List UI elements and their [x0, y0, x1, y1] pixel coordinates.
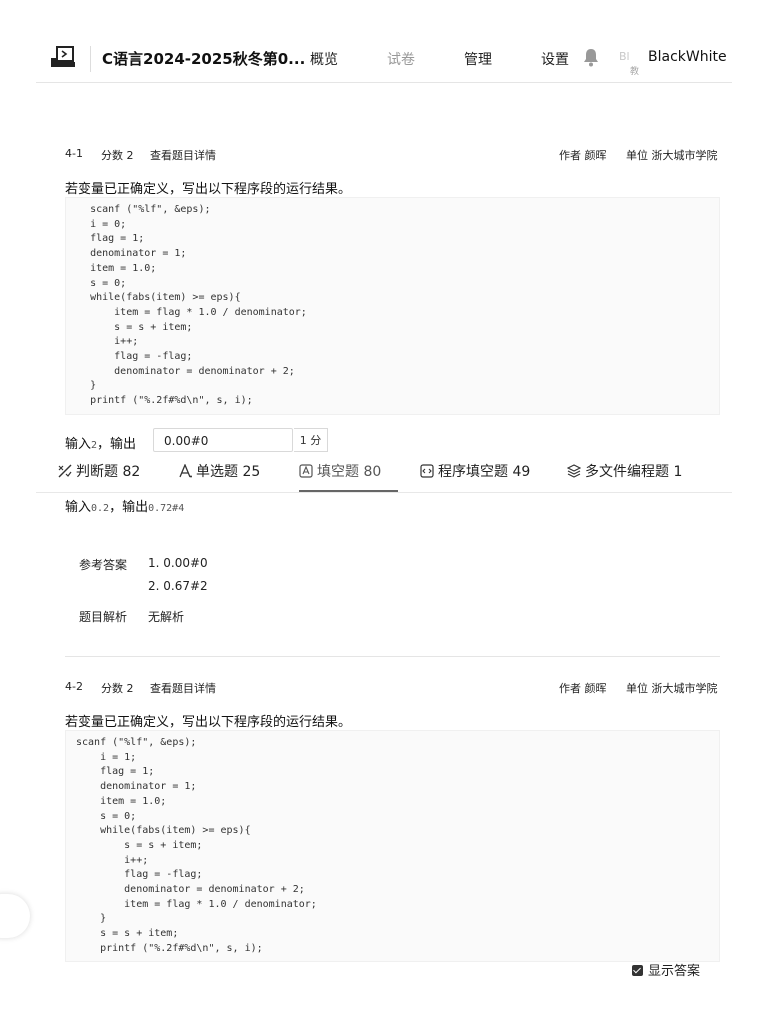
question-score: 分数 2: [101, 682, 134, 695]
top-header: C语言2024-2025秋冬第0... 概览 试卷 管理 设置 Bl 教 Bla…: [36, 40, 732, 83]
tab-label: 填空题: [317, 464, 359, 480]
answer-input[interactable]: 0.00#0: [153, 428, 293, 452]
question-prompt: 若变量已正确定义，写出以下程序段的运行结果。: [65, 715, 352, 730]
question-divider: [65, 656, 720, 657]
user-role-badge: 教: [630, 67, 640, 77]
question-prompt: 若变量已正确定义，写出以下程序段的运行结果。: [65, 182, 352, 197]
analysis-label: 题目解析: [79, 610, 128, 624]
course-title[interactable]: C语言2024-2025秋冬第0...: [102, 48, 305, 69]
output-label: ，输出: [97, 437, 137, 452]
code-block: scanf ("%lf", &eps); i = 1; flag = 1; de…: [65, 730, 720, 962]
view-details-link[interactable]: 查看题目详情: [150, 147, 216, 163]
input-label: 输入: [65, 437, 92, 452]
bell-icon[interactable]: [582, 47, 600, 67]
tab-count: 82: [122, 464, 141, 480]
username[interactable]: BlackWhite: [648, 49, 727, 65]
io-row-2: 输入0.2，输出0.72#4: [65, 496, 184, 515]
nav-overview[interactable]: 概览: [310, 49, 338, 69]
tab-multi-file[interactable]: 多文件编程题 1: [567, 454, 682, 492]
question-meta-4-1: 4-1 分数 2 查看题目详情 作者 颜晖 单位 浙大城市学院: [65, 147, 720, 163]
tab-count: 25: [242, 464, 261, 480]
show-answer-label: 显示答案: [648, 964, 701, 979]
layers-icon: [567, 464, 581, 478]
output-value: 0.72#4: [148, 503, 185, 514]
tab-true-false[interactable]: 判断题 82: [58, 454, 140, 492]
question-author: 作者 颜晖: [559, 149, 607, 162]
score-tag: 1 分: [294, 428, 328, 452]
question-type-tabs: 判断题 82 单选题 25 填空题 80 程序填空题 49 多文件编程题 1: [36, 454, 732, 493]
tab-fill-blank[interactable]: 填空题 80: [299, 454, 398, 492]
question-meta-4-2: 4-2 分数 2 查看题目详情 作者 颜晖 单位 浙大城市学院: [65, 680, 720, 696]
tab-count: 49: [512, 464, 531, 480]
tab-count: 1: [673, 464, 683, 480]
question-unit: 单位 浙大城市学院: [626, 682, 718, 695]
question-score: 分数 2: [101, 149, 134, 162]
fill-blank-icon: [299, 464, 313, 478]
nav-exam[interactable]: 试卷: [387, 49, 415, 69]
code-text: scanf ("%lf", &eps); i = 1; flag = 1; de…: [76, 737, 317, 954]
code-fill-icon: [420, 464, 434, 478]
tab-label: 单选题: [196, 464, 238, 480]
show-answer-toggle[interactable]: 显示答案: [632, 960, 700, 979]
input-label: 输入: [65, 500, 92, 515]
tab-count: 80: [363, 464, 382, 480]
scroll-handle[interactable]: [0, 894, 30, 938]
question-number: 4-1: [65, 147, 83, 160]
header-divider: [90, 46, 91, 72]
reference-answer-label: 参考答案: [79, 558, 128, 572]
code-block: scanf ("%lf", &eps); i = 0; flag = 1; de…: [65, 197, 720, 415]
output-label: ，输出: [109, 500, 149, 515]
question-author: 作者 颜晖: [559, 682, 607, 695]
tab-single-choice[interactable]: 单选题 25: [178, 454, 260, 492]
tab-label: 程序填空题: [438, 464, 508, 480]
reference-answer-2: 2. 0.67#2: [148, 579, 208, 593]
scale-icon: [58, 464, 72, 478]
tab-label: 多文件编程题: [585, 464, 669, 480]
reference-answer-1: 1. 0.00#0: [148, 556, 208, 570]
analysis-value: 无解析: [148, 610, 185, 624]
tab-label: 判断题: [76, 464, 118, 480]
question-number: 4-2: [65, 680, 83, 693]
nav-manage[interactable]: 管理: [464, 49, 492, 69]
letter-a-icon: [179, 464, 192, 478]
nav-settings[interactable]: 设置: [541, 49, 569, 69]
checkbox-checked-icon[interactable]: [632, 965, 643, 976]
code-text: scanf ("%lf", &eps); i = 0; flag = 1; de…: [90, 204, 307, 407]
question-unit: 单位 浙大城市学院: [626, 149, 718, 162]
view-details-link[interactable]: 查看题目详情: [150, 680, 216, 696]
tab-program-fill[interactable]: 程序填空题 49: [420, 454, 530, 492]
input-value: 0.2: [91, 503, 110, 514]
app-logo-icon[interactable]: [48, 44, 78, 72]
io-row-1: 输入2，输出: [65, 433, 136, 452]
user-avatar-text[interactable]: Bl: [619, 50, 630, 63]
